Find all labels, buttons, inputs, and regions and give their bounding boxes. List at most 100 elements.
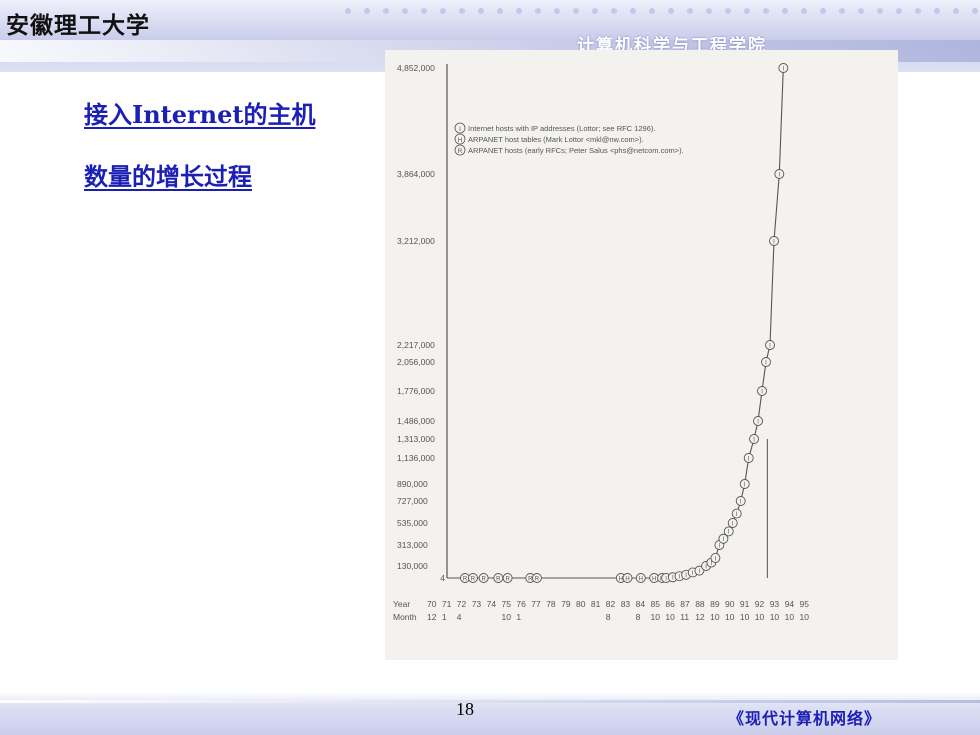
y-tick-label: 4 (440, 573, 445, 583)
header-dot (440, 8, 446, 14)
y-tick-label: 4,852,000 (397, 63, 435, 73)
year-tick-label: 93 (770, 599, 780, 609)
header-dot (744, 8, 750, 14)
header-dot (592, 8, 598, 14)
legend-entry: ARPANET host tables (Mark Lottor <mkl@nw… (468, 135, 644, 144)
year-tick-label: 74 (487, 599, 497, 609)
y-tick-label: 3,864,000 (397, 169, 435, 179)
month-tick-label: 4 (457, 612, 462, 622)
header-dot (706, 8, 712, 14)
header-dot (573, 8, 579, 14)
year-tick-label: 81 (591, 599, 601, 609)
month-tick-label: 8 (606, 612, 611, 622)
month-tick-label: 10 (651, 612, 661, 622)
month-tick-label: 8 (636, 612, 641, 622)
slide-title-line-2: 数量的增长过程 (84, 162, 252, 191)
header-dot (516, 8, 522, 14)
year-tick-label: 78 (546, 599, 556, 609)
header-dot (877, 8, 883, 14)
year-tick-label: 84 (636, 599, 646, 609)
year-tick-label: 92 (755, 599, 765, 609)
header-dot (763, 8, 769, 14)
year-tick-label: 91 (740, 599, 750, 609)
y-tick-label: 130,000 (397, 561, 428, 571)
header-dot (478, 8, 484, 14)
year-tick-label: 79 (561, 599, 571, 609)
header-dot-pattern (345, 4, 980, 18)
data-point-letter: H (639, 576, 643, 582)
university-name: 安徽理工大学 (6, 13, 150, 39)
header-dot (421, 8, 427, 14)
data-point-letter: R (481, 576, 486, 582)
header-dot (402, 8, 408, 14)
header-dot (459, 8, 465, 14)
data-point-letter: H (625, 576, 629, 582)
y-tick-label: 1,776,000 (397, 386, 435, 396)
month-tick-label: 1 (442, 612, 447, 622)
y-tick-label: 1,136,000 (397, 453, 435, 463)
year-tick-label: 90 (725, 599, 735, 609)
month-tick-label: 10 (665, 612, 675, 622)
header-dot (364, 8, 370, 14)
header-dot (972, 8, 978, 14)
header-dot (649, 8, 655, 14)
y-tick-label: 3,212,000 (397, 236, 435, 246)
header-dot (858, 8, 864, 14)
year-tick-label: 76 (516, 599, 526, 609)
year-tick-label: 94 (785, 599, 795, 609)
x-axis-label-year: Year (393, 599, 410, 609)
y-tick-label: 890,000 (397, 479, 428, 489)
slide-title-line-1: 接入Internet的主机 (84, 100, 316, 129)
month-tick-label: 10 (710, 612, 720, 622)
header-dot (915, 8, 921, 14)
header-dot (687, 8, 693, 14)
year-tick-label: 70 (427, 599, 437, 609)
header-dot (839, 8, 845, 14)
year-tick-label: 83 (621, 599, 631, 609)
y-tick-label: 2,217,000 (397, 340, 435, 350)
month-tick-label: 10 (770, 612, 780, 622)
month-tick-label: 10 (502, 612, 512, 622)
header-dot (535, 8, 541, 14)
year-tick-label: 73 (472, 599, 482, 609)
header-dot (611, 8, 617, 14)
y-tick-label: 535,000 (397, 518, 428, 528)
data-point-letter: R (505, 576, 510, 582)
header-dot (668, 8, 674, 14)
month-tick-label: 10 (725, 612, 735, 622)
header-dot (782, 8, 788, 14)
legend-entry: ARPANET hosts (early RFCs; Peter Salus <… (468, 146, 684, 155)
year-tick-label: 86 (665, 599, 675, 609)
y-tick-label: 1,486,000 (397, 416, 435, 426)
legend-marker-letter: I (459, 126, 461, 133)
header-dot (497, 8, 503, 14)
header-dot (896, 8, 902, 14)
data-point-letter: R (535, 576, 540, 582)
month-tick-label: 1 (516, 612, 521, 622)
data-point-letter: H (652, 576, 656, 582)
data-point-letter: R (463, 576, 468, 582)
year-tick-label: 95 (800, 599, 810, 609)
header-dot (554, 8, 560, 14)
month-tick-label: 10 (740, 612, 750, 622)
month-tick-label: 10 (785, 612, 795, 622)
y-tick-label: 727,000 (397, 496, 428, 506)
legend-marker-letter: R (458, 148, 463, 155)
y-tick-label: 2,056,000 (397, 357, 435, 367)
header-dot (630, 8, 636, 14)
year-tick-label: 88 (695, 599, 705, 609)
header-dot (820, 8, 826, 14)
y-tick-label: 1,313,000 (397, 434, 435, 444)
chart-panel: 4,852,000 3,864,000 3,212,000 2,217,000 2,05… (385, 50, 898, 660)
year-tick-label: 87 (680, 599, 690, 609)
header-dot (383, 8, 389, 14)
page-number: 18 (456, 699, 474, 719)
month-tick-label: 12 (427, 612, 437, 622)
year-tick-label: 75 (502, 599, 512, 609)
year-tick-label: 82 (606, 599, 616, 609)
legend-entry: Internet hosts with IP addresses (Lottor… (468, 124, 655, 133)
host-growth-chart: 4,852,000 3,864,000 3,212,000 2,217,000 2,05… (393, 63, 810, 622)
y-tick-label: 313,000 (397, 540, 428, 550)
month-tick-label: 10 (800, 612, 810, 622)
month-tick-label: 12 (695, 612, 705, 622)
